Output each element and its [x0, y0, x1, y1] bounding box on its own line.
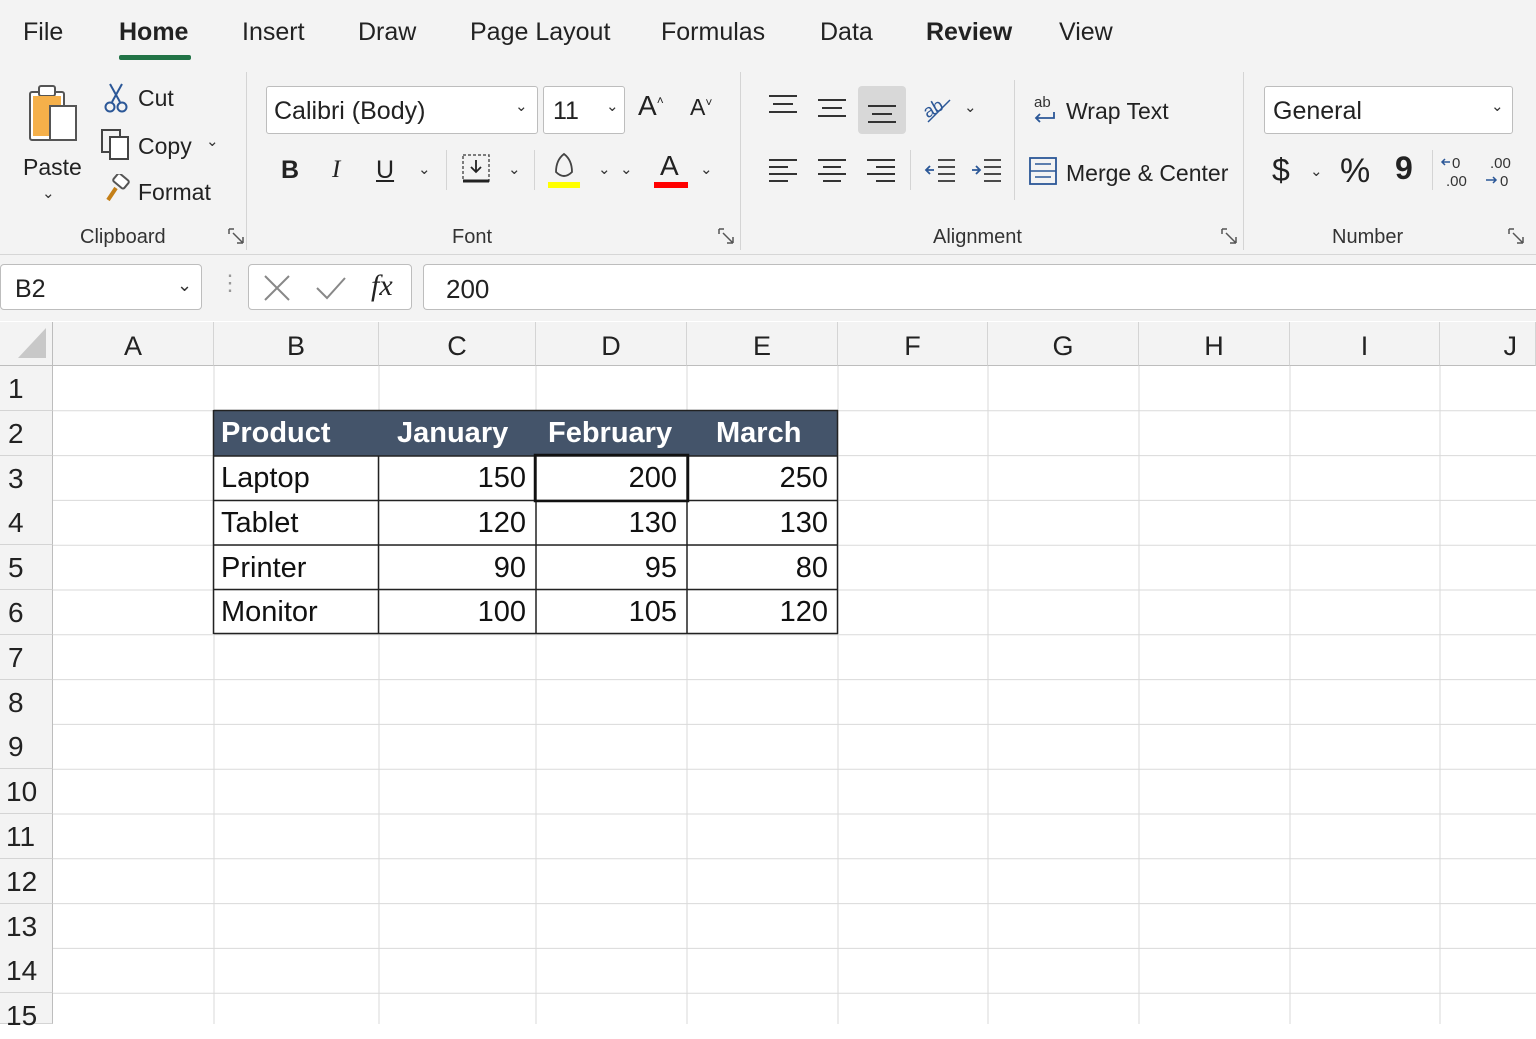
- value-cell[interactable]: 200: [536, 456, 687, 500]
- value-cell[interactable]: 130: [687, 501, 838, 545]
- value-cell[interactable]: 80: [687, 546, 838, 590]
- product-cell[interactable]: Printer: [214, 546, 379, 590]
- product-cell[interactable]: Tablet: [214, 501, 379, 545]
- value-cell[interactable]: 120: [687, 590, 838, 634]
- table-header-cell[interactable]: March: [687, 411, 838, 456]
- value-cell[interactable]: 95: [536, 546, 687, 590]
- value-cell[interactable]: 105: [536, 590, 687, 634]
- value-cell[interactable]: 100: [379, 590, 536, 634]
- product-cell[interactable]: Monitor: [214, 590, 379, 634]
- value-cell[interactable]: 90: [379, 546, 536, 590]
- table-header-cell[interactable]: Product: [214, 411, 379, 456]
- table-header-cell[interactable]: January: [379, 411, 536, 456]
- value-cell[interactable]: 150: [379, 456, 536, 500]
- product-cell[interactable]: Laptop: [214, 456, 379, 500]
- value-cell[interactable]: 130: [536, 501, 687, 545]
- table-header-cell[interactable]: February: [536, 411, 687, 456]
- value-cell[interactable]: 250: [687, 456, 838, 500]
- value-cell[interactable]: 120: [379, 501, 536, 545]
